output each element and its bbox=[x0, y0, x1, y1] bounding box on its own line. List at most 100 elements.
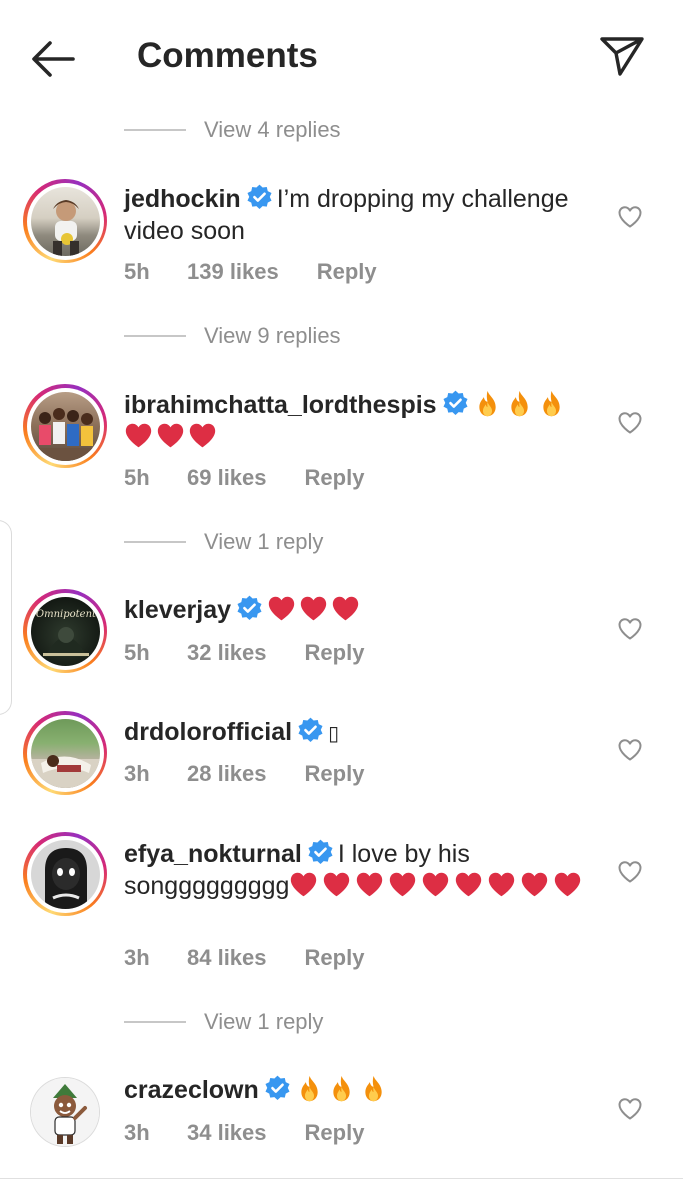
like-count[interactable]: 139 likes bbox=[187, 259, 279, 285]
arrow-left-icon bbox=[32, 41, 75, 77]
verified-badge-icon bbox=[307, 839, 334, 866]
paper-plane-icon bbox=[600, 37, 644, 76]
comment-emoji-row bbox=[289, 872, 585, 900]
red-heart-emoji bbox=[553, 870, 582, 899]
like-count[interactable]: 84 likes bbox=[187, 945, 267, 971]
reply-button[interactable]: Reply bbox=[305, 465, 365, 491]
comment-time: 3h bbox=[124, 761, 150, 786]
view-replies-button[interactable]: View 1 reply bbox=[124, 1008, 323, 1036]
comment-meta: 3h 84 likes Reply bbox=[124, 945, 364, 971]
comment-time: 5h bbox=[124, 465, 150, 490]
like-count[interactable]: 69 likes bbox=[187, 465, 267, 491]
svg-text:Omnipotent: Omnipotent bbox=[35, 609, 96, 620]
heart-outline-icon[interactable] bbox=[617, 859, 643, 885]
header-bar: Comments bbox=[0, 0, 683, 112]
comment-time: 3h bbox=[124, 1120, 150, 1145]
back-button[interactable] bbox=[28, 38, 78, 80]
fire-emoji bbox=[473, 389, 502, 418]
fire-emoji bbox=[327, 1074, 356, 1103]
divider-line bbox=[124, 129, 186, 131]
avatar[interactable]: Omnipotent bbox=[23, 589, 107, 673]
bottom-divider bbox=[0, 1178, 683, 1179]
view-replies-button[interactable]: View 4 replies bbox=[124, 116, 341, 144]
red-heart-emoji bbox=[289, 870, 318, 899]
comment-meta: 3h 28 likes Reply bbox=[124, 761, 364, 787]
share-button[interactable] bbox=[598, 34, 646, 78]
verified-badge-icon bbox=[264, 1075, 291, 1102]
comment-body: ibrahimchatta_lordthespis bbox=[124, 389, 594, 453]
comment-meta: 5h 69 likes Reply bbox=[124, 465, 364, 491]
red-heart-emoji bbox=[355, 870, 384, 899]
comment-meta: 3h 34 likes Reply bbox=[124, 1120, 364, 1146]
heart-outline-icon[interactable] bbox=[617, 410, 643, 436]
verified-badge-icon bbox=[297, 717, 324, 744]
divider-line bbox=[124, 1021, 186, 1023]
comment-emoji-row bbox=[267, 596, 363, 624]
red-heart-emoji bbox=[388, 870, 417, 899]
verified-badge-icon bbox=[246, 184, 273, 211]
like-count[interactable]: 28 likes bbox=[187, 761, 267, 787]
reply-button[interactable]: Reply bbox=[305, 1120, 365, 1146]
divider-line bbox=[124, 541, 186, 543]
avatar[interactable] bbox=[23, 384, 107, 468]
verified-badge-icon bbox=[442, 390, 469, 417]
side-drawer-handle[interactable] bbox=[0, 520, 12, 715]
heart-outline-icon[interactable] bbox=[617, 737, 643, 763]
verified-badge-icon bbox=[236, 595, 263, 622]
like-count[interactable]: 34 likes bbox=[187, 1120, 267, 1146]
red-heart-emoji bbox=[267, 594, 296, 623]
red-heart-emoji bbox=[156, 421, 185, 450]
view-replies-label: View 1 reply bbox=[204, 529, 324, 554]
comment-body: jedhockin I’m dropping my challenge video… bbox=[124, 183, 594, 247]
comment-time: 5h bbox=[124, 259, 150, 284]
comment-body: kleverjay bbox=[124, 594, 594, 626]
red-heart-emoji bbox=[124, 421, 153, 450]
view-replies-label: View 4 replies bbox=[204, 117, 341, 142]
username[interactable]: jedhockin bbox=[124, 185, 241, 213]
red-heart-emoji bbox=[188, 421, 217, 450]
heart-outline-icon[interactable] bbox=[617, 204, 643, 230]
username[interactable]: kleverjay bbox=[124, 596, 231, 624]
comment-meta: 5h 32 likes Reply bbox=[124, 640, 364, 666]
avatar[interactable] bbox=[23, 711, 107, 795]
view-replies-button[interactable]: View 9 replies bbox=[124, 322, 341, 350]
like-count[interactable]: 32 likes bbox=[187, 640, 267, 666]
avatar[interactable] bbox=[23, 179, 107, 263]
heart-outline-icon[interactable] bbox=[617, 1096, 643, 1122]
view-replies-button[interactable]: View 1 reply bbox=[124, 528, 323, 556]
avatar[interactable] bbox=[30, 1077, 100, 1147]
comment-text: ▯ bbox=[328, 723, 340, 745]
red-heart-emoji bbox=[299, 594, 328, 623]
red-heart-emoji bbox=[421, 870, 450, 899]
red-heart-emoji bbox=[322, 870, 351, 899]
fire-emoji bbox=[359, 1074, 388, 1103]
reply-button[interactable]: Reply bbox=[317, 259, 377, 285]
avatar[interactable] bbox=[23, 832, 107, 916]
username[interactable]: efya_nokturnal bbox=[124, 840, 302, 868]
red-heart-emoji bbox=[454, 870, 483, 899]
username[interactable]: drdolorofficial bbox=[124, 718, 292, 746]
comment-time: 3h bbox=[124, 945, 150, 970]
reply-button[interactable]: Reply bbox=[305, 761, 365, 787]
heart-outline-icon[interactable] bbox=[617, 616, 643, 642]
comment-body: efya_nokturnal I love by his songgggggggg bbox=[124, 838, 594, 902]
username[interactable]: crazeclown bbox=[124, 1076, 259, 1104]
comment-body: crazeclown bbox=[124, 1074, 594, 1106]
view-replies-label: View 1 reply bbox=[204, 1009, 324, 1034]
fire-emoji bbox=[537, 389, 566, 418]
comment-meta: 5h 139 likes Reply bbox=[124, 259, 377, 285]
reply-button[interactable]: Reply bbox=[305, 640, 365, 666]
fire-emoji bbox=[295, 1074, 324, 1103]
page-title: Comments bbox=[137, 36, 318, 75]
fire-emoji bbox=[505, 389, 534, 418]
red-heart-emoji bbox=[331, 594, 360, 623]
comment-time: 5h bbox=[124, 640, 150, 665]
reply-button[interactable]: Reply bbox=[305, 945, 365, 971]
divider-line bbox=[124, 335, 186, 337]
red-heart-emoji bbox=[487, 870, 516, 899]
view-replies-label: View 9 replies bbox=[204, 323, 341, 348]
username[interactable]: ibrahimchatta_lordthespis bbox=[124, 391, 437, 419]
red-heart-emoji bbox=[520, 870, 549, 899]
comment-emoji-row bbox=[295, 1076, 391, 1104]
comment-body: drdolorofficial ▯ bbox=[124, 716, 594, 750]
